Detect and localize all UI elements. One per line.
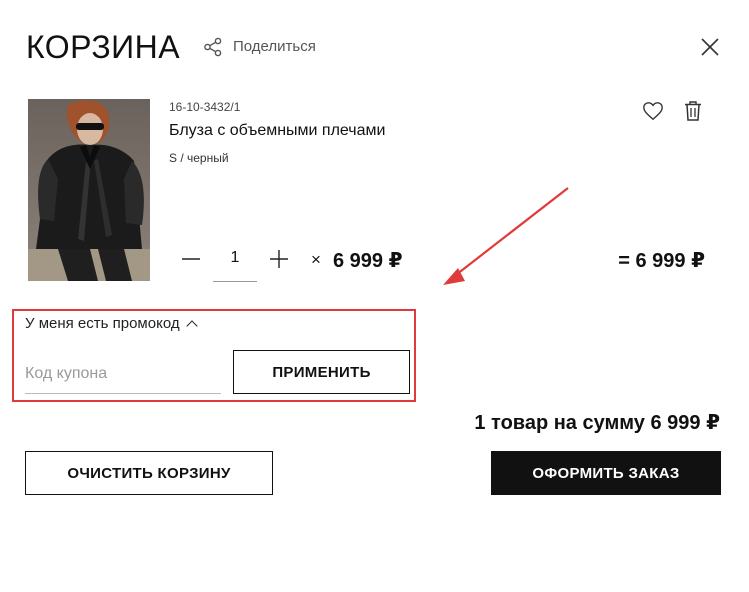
product-name[interactable]: Блуза с объемными плечами <box>169 122 385 140</box>
heart-icon[interactable] <box>642 100 664 122</box>
annotation-arrow <box>443 187 569 285</box>
times-sign: × <box>311 250 321 269</box>
cart-summary: 1 товар на сумму 6 999 ₽ <box>474 412 720 434</box>
trash-icon[interactable] <box>683 100 703 122</box>
product-variant: S / черный <box>169 151 229 165</box>
share-icon[interactable] <box>203 37 223 57</box>
unit-price: 6 999 ₽ <box>333 250 403 272</box>
share-link[interactable]: Поделиться <box>233 38 316 55</box>
quantity-value[interactable]: 1 <box>213 249 257 267</box>
coupon-input[interactable] <box>25 355 221 394</box>
apply-coupon-button[interactable]: ПРИМЕНИТЬ <box>233 350 410 394</box>
page-title: КОРЗИНА <box>26 29 181 65</box>
plus-icon[interactable] <box>269 249 289 269</box>
close-icon[interactable] <box>699 36 721 58</box>
quantity-underline <box>213 281 257 282</box>
promo-toggle-label: У меня есть промокод <box>25 315 180 332</box>
promo-toggle[interactable]: У меня есть промокод <box>25 315 198 332</box>
product-image[interactable] <box>28 99 150 281</box>
product-sku: 16-10-3432/1 <box>169 100 241 114</box>
clear-cart-button[interactable]: ОЧИСТИТЬ КОРЗИНУ <box>25 451 273 495</box>
minus-icon[interactable] <box>181 249 201 269</box>
chevron-up-icon <box>185 320 198 332</box>
line-total: = 6 999 ₽ <box>618 250 705 272</box>
checkout-button[interactable]: ОФОРМИТЬ ЗАКАЗ <box>491 451 721 495</box>
